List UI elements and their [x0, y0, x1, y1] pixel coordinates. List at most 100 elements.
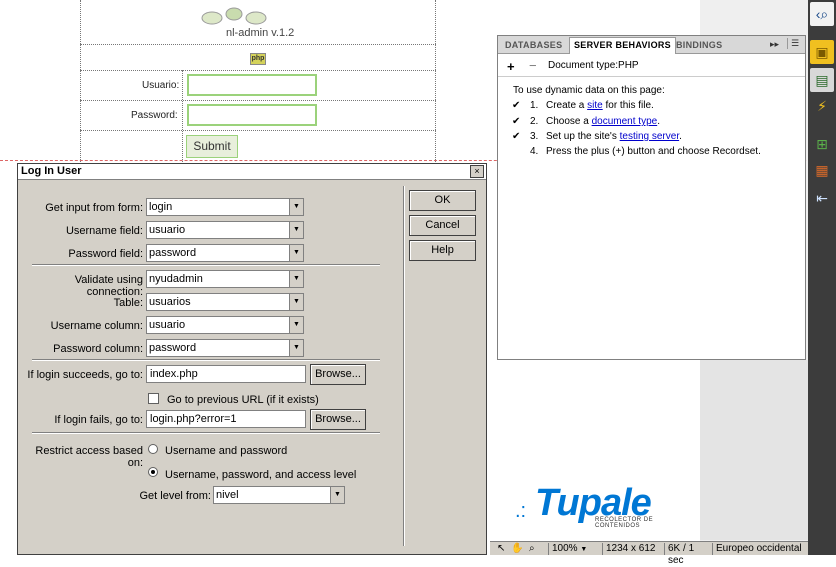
panel-tab-strip: DATABASES SERVER BEHAVIORS BINDINGS ▸▸ ☰ [498, 36, 805, 54]
usuario-label: Usuario: [142, 80, 180, 91]
validate-connection-select[interactable]: nyudadmin ▼ [146, 270, 304, 288]
get-input-label: Get input from form: [45, 202, 143, 214]
radio-access-level[interactable] [148, 467, 158, 477]
help-button[interactable]: Help [409, 240, 476, 261]
add-behavior-button[interactable]: + [507, 59, 515, 74]
radio-username-password-label: Username and password [165, 445, 288, 457]
section-divider [32, 359, 380, 361]
radio-access-level-label: Username, password, and access level [165, 469, 357, 481]
php-icon: php [250, 53, 266, 65]
cancel-button[interactable]: Cancel [409, 215, 476, 236]
tab-server-behaviors[interactable]: SERVER BEHAVIORS [569, 37, 676, 54]
chevron-down-icon: ▼ [289, 294, 303, 310]
close-button[interactable]: × [470, 165, 484, 178]
select-value: login [149, 201, 173, 213]
select-value: usuario [149, 224, 186, 236]
panel-expand-icon[interactable]: ▸▸ [770, 39, 779, 50]
dialog-title-bar[interactable]: Log In User × [18, 164, 486, 180]
step-number: 3. [530, 131, 539, 142]
select-value: nivel [216, 489, 239, 501]
chevron-down-icon: ▼ [580, 546, 588, 553]
site-map-icon[interactable]: ⊞ [810, 132, 834, 156]
get-level-select[interactable]: nivel ▼ [213, 486, 345, 504]
submit-button[interactable]: Submit [186, 135, 238, 158]
username-column-select[interactable]: usuario ▼ [146, 316, 304, 334]
password-field-select[interactable]: password ▼ [146, 244, 304, 262]
username-field-select[interactable]: usuario ▼ [146, 221, 304, 239]
step-text: Press the plus (+) button and choose Rec… [546, 146, 761, 157]
restrict-access-label: Restrict access based on: [35, 445, 143, 469]
chevron-down-icon: ▼ [330, 487, 344, 503]
step-text: Create a [546, 100, 588, 111]
check-icon: ✔ [512, 100, 521, 111]
testing-server-link[interactable]: testing server [620, 131, 679, 142]
design-view-margin-lower [700, 360, 808, 540]
remove-behavior-button[interactable]: − [529, 58, 537, 73]
nl-admin-version: nl-admin v.1.2 [226, 27, 295, 39]
table-divider [80, 130, 436, 131]
login-succeeds-input[interactable]: index.php [146, 365, 306, 383]
encoding: Europeo occidental [712, 543, 808, 555]
briefcase-icon[interactable]: ▦ [810, 158, 834, 182]
chevron-down-icon: ▼ [289, 271, 303, 287]
assets-icon[interactable]: ▣ [810, 40, 834, 64]
step-text: for this file. [602, 100, 654, 111]
tab-bindings[interactable]: BINDINGS [672, 38, 726, 54]
table-divider [80, 44, 436, 45]
panel-icon-bar: ‹⌕ ▣ ▤ ⚡ ⊞ ▦ ⇤ [808, 0, 836, 555]
step-item: ✔ 1. Create a site for this file. [512, 100, 654, 111]
password-field-label: Password field: [68, 248, 143, 260]
table-select[interactable]: usuarios ▼ [146, 293, 304, 311]
step-text: . [657, 116, 660, 127]
login-fails-input[interactable]: login.php?error=1 [146, 410, 306, 428]
table-divider [80, 100, 436, 101]
previous-url-label: Go to previous URL (if it exists) [167, 394, 319, 406]
tab-databases[interactable]: DATABASES [501, 38, 566, 54]
username-column-label: Username column: [50, 320, 143, 332]
step-number: 2. [530, 116, 539, 127]
collapse-search-icon[interactable]: ‹⌕ [810, 2, 834, 26]
select-value: password [149, 342, 197, 354]
browse-fails-button[interactable]: Browse... [310, 409, 366, 430]
chevron-down-icon: ▼ [289, 199, 303, 215]
section-divider [32, 264, 380, 266]
chevron-down-icon: ▼ [289, 317, 303, 333]
table-column-divider [182, 70, 183, 162]
window-size[interactable]: 1234 x 612 [602, 543, 664, 555]
hand-tool-icon[interactable]: ✋ [508, 543, 523, 555]
get-level-label: Get level from: [139, 490, 211, 502]
step-text: Choose a [546, 116, 592, 127]
step-number: 1. [530, 100, 539, 111]
get-input-select[interactable]: login ▼ [146, 198, 304, 216]
ok-button[interactable]: OK [409, 190, 476, 211]
check-icon: ✔ [512, 116, 521, 127]
zoom-tool-icon[interactable]: ⌕ [526, 543, 535, 555]
username-field-label: Username field: [65, 225, 143, 237]
section-divider [32, 432, 380, 434]
usuario-input[interactable] [187, 74, 317, 96]
browse-succeeds-button[interactable]: Browse... [310, 364, 366, 385]
radio-username-password[interactable] [148, 444, 158, 454]
previous-url-checkbox[interactable] [148, 393, 159, 404]
step-item: ✔ 3. Set up the site's testing server. [512, 131, 682, 142]
chevron-down-icon: ▼ [289, 340, 303, 356]
select-value: usuario [149, 319, 186, 331]
step-item: ✔ 2. Choose a document type. [512, 116, 660, 127]
tupale-subtitle: RECOLECTOR DE CONTENIDOS [595, 517, 654, 529]
document-type-link[interactable]: document type [592, 116, 658, 127]
site-link[interactable]: site [587, 100, 603, 111]
zoom-select[interactable]: 100% ▼ [548, 543, 600, 555]
select-value: usuarios [149, 296, 191, 308]
log-in-user-dialog: Log In User × Get input from form: login… [17, 163, 487, 555]
panel-options-menu-icon[interactable]: ☰ [787, 38, 799, 49]
login-fails-label: If login fails, go to: [54, 414, 143, 426]
lightning-icon[interactable]: ⚡ [810, 94, 834, 118]
pointer-tool-icon[interactable]: ↖ [494, 543, 505, 555]
insert-icon[interactable]: ⇤ [810, 186, 834, 210]
server-behaviors-panel: DATABASES SERVER BEHAVIORS BINDINGS ▸▸ ☰… [497, 35, 806, 360]
tupale-dots: .: [515, 500, 527, 522]
password-column-select[interactable]: password ▼ [146, 339, 304, 357]
chevron-down-icon: ▼ [289, 245, 303, 261]
password-input[interactable] [187, 104, 317, 126]
server-behaviors-icon[interactable]: ▤ [810, 68, 834, 92]
